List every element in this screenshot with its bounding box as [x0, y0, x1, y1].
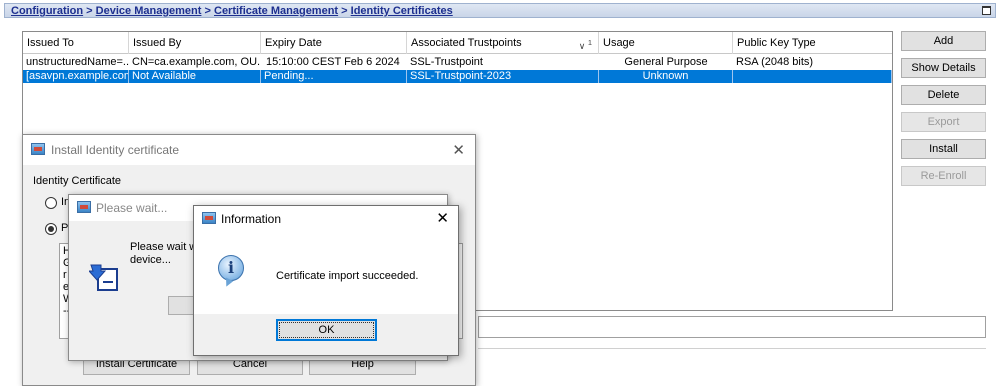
cell-issued-by: Not Available: [129, 70, 261, 83]
breadcrumb-separator: >: [86, 5, 93, 17]
cell-issued-to: [asavpn.example.com]: [23, 70, 129, 83]
dialog-title: Install Identity certificate: [51, 143, 180, 157]
sort-descending-icon: ∨ 1: [578, 38, 592, 51]
cell-public-key-type: [733, 70, 892, 83]
divider: [478, 348, 986, 349]
delete-button[interactable]: Delete: [901, 85, 986, 105]
information-dialog: Information ✕ i Certificate import succe…: [193, 205, 459, 356]
certificate-app-icon: [77, 201, 91, 213]
breadcrumb-item-certificate-management[interactable]: Certificate Management: [214, 5, 338, 17]
radio-install-from-file[interactable]: [45, 197, 57, 209]
breadcrumb-separator: >: [341, 5, 348, 17]
breadcrumb-separator: >: [204, 5, 211, 17]
table-header: Issued To Issued By Expiry Date Associat…: [23, 32, 892, 54]
ok-button[interactable]: OK: [276, 319, 377, 341]
dialog-title: Information: [221, 212, 282, 226]
export-button[interactable]: Export: [901, 112, 986, 132]
breadcrumb-bar: Configuration > Device Management > Cert…: [4, 3, 996, 18]
cell-expiry-date: 15:10:00 CEST Feb 6 2024: [266, 56, 400, 68]
close-icon[interactable]: ✕: [436, 211, 449, 226]
column-label: Associated Trustpoints: [411, 37, 522, 49]
column-header-associated-trustpoints[interactable]: Associated Trustpoints ∨ 1: [407, 32, 599, 54]
dialog-titlebar[interactable]: Information ✕: [194, 206, 458, 232]
dialog-titlebar[interactable]: Install Identity certificate ✕: [23, 135, 475, 165]
close-icon[interactable]: ✕: [452, 143, 465, 158]
information-icon: i: [218, 255, 244, 281]
column-header-issued-to[interactable]: Issued To: [23, 32, 129, 54]
cell-usage: General Purpose: [624, 56, 708, 68]
certificate-app-icon: [31, 143, 45, 155]
cell-trustpoint: SSL-Trustpoint: [410, 56, 483, 68]
add-button[interactable]: Add: [901, 31, 986, 51]
breadcrumb: Configuration > Device Management > Cert…: [11, 4, 453, 18]
dialog-title: Please wait...: [96, 201, 168, 215]
info-message: Certificate import succeeded.: [276, 270, 419, 282]
show-details-button[interactable]: Show Details: [901, 58, 986, 78]
cell-issued-to: unstructuredName=...: [26, 56, 129, 68]
identity-certificate-group-label: Identity Certificate: [33, 175, 122, 187]
radio-paste-certificate[interactable]: [45, 223, 57, 235]
column-header-issued-by[interactable]: Issued By: [129, 32, 261, 54]
certificate-app-icon: [202, 212, 216, 224]
breadcrumb-item-device-management[interactable]: Device Management: [96, 5, 202, 17]
column-header-public-key-type[interactable]: Public Key Type: [733, 32, 892, 54]
table-row[interactable]: unstructuredName=... CN=ca.example.com, …: [23, 56, 892, 69]
wait-message-line2: device...: [130, 254, 171, 266]
breadcrumb-item-identity-certificates[interactable]: Identity Certificates: [351, 5, 453, 17]
column-header-usage[interactable]: Usage: [599, 32, 733, 54]
cell-public-key-type: RSA (2048 bits): [736, 56, 814, 68]
cell-usage: Unknown: [599, 70, 733, 83]
cell-expiry-date: Pending...: [261, 70, 407, 83]
column-header-expiry-date[interactable]: Expiry Date: [261, 32, 407, 54]
install-button[interactable]: Install: [901, 139, 986, 159]
sort-order: 1: [587, 38, 592, 47]
download-to-device-icon: [89, 264, 118, 291]
table-row-selected[interactable]: [asavpn.example.com] Not Available Pendi…: [23, 70, 892, 83]
dialog-body: i Certificate import succeeded.: [194, 232, 458, 314]
text-line: r: [63, 269, 67, 281]
re-enroll-button[interactable]: Re-Enroll: [901, 166, 986, 186]
maximize-icon[interactable]: [982, 6, 991, 15]
cell-trustpoint: SSL-Trustpoint-2023: [407, 70, 599, 83]
breadcrumb-item-configuration[interactable]: Configuration: [11, 5, 83, 17]
cell-issued-by: CN=ca.example.com, OU...: [132, 56, 261, 68]
status-field: [478, 316, 986, 338]
